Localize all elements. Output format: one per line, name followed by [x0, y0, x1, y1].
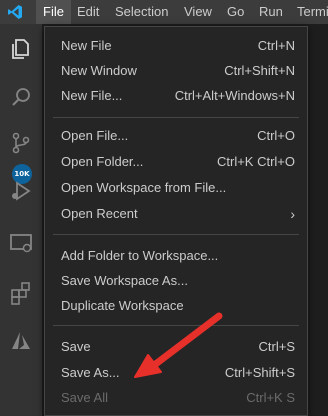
menu-item-label: Save As... [61, 365, 120, 380]
menu-item-label: Open File... [61, 128, 129, 143]
remote-explorer-icon[interactable] [8, 230, 34, 256]
menubar-run[interactable]: Run [259, 0, 283, 24]
menu-item-shortcut: Ctrl+K Ctrl+O [216, 154, 295, 169]
menu-item-open-folder[interactable]: Open Folder... Ctrl+K Ctrl+O [45, 149, 307, 175]
menu-item-new-file-other[interactable]: New File... Ctrl+Alt+Windows+N [45, 83, 307, 109]
menu-item-label: Open Folder... [61, 154, 144, 169]
menu-item-shortcut: Ctrl+Shift+N [224, 63, 295, 78]
menubar-terminal[interactable]: Termi [297, 0, 328, 24]
chevron-right-icon: › [290, 206, 295, 222]
menu-item-label: Duplicate Workspace [61, 298, 184, 313]
menu-item-label: Add Folder to Workspace... [61, 248, 219, 263]
menu-separator [53, 117, 299, 118]
file-menu: New File Ctrl+N New Window Ctrl+Shift+N … [44, 26, 308, 416]
search-icon[interactable] [8, 84, 34, 110]
menu-item-label: Save Workspace As... [61, 273, 188, 288]
menu-item-new-file[interactable]: New File Ctrl+N [45, 33, 307, 59]
menubar-file[interactable]: File [36, 0, 71, 24]
menu-item-label: Open Workspace from File... [61, 180, 227, 195]
menu-item-shortcut: Ctrl+S [258, 339, 295, 354]
menu-item-save[interactable]: Save Ctrl+S [45, 334, 307, 360]
source-control-icon[interactable] [8, 130, 34, 156]
menu-item-shortcut: Ctrl+Shift+S [224, 365, 295, 380]
menu-item-label: New File [61, 38, 112, 53]
menu-item-label: Save All [61, 390, 108, 405]
menu-item-label: Save [61, 339, 91, 354]
menu-separator [53, 234, 299, 235]
vscode-logo-icon [8, 5, 22, 19]
menu-item-save-all: Save All Ctrl+K S [45, 385, 307, 411]
menu-item-add-folder-to-workspace[interactable]: Add Folder to Workspace... [45, 243, 307, 269]
menu-item-open-workspace[interactable]: Open Workspace from File... [45, 175, 307, 201]
azure-icon[interactable] [8, 328, 34, 354]
menu-item-save-workspace-as[interactable]: Save Workspace As... [45, 268, 307, 294]
menu-item-shortcut: Ctrl+K S [246, 390, 295, 405]
menu-separator [53, 325, 299, 326]
menubar-edit[interactable]: Edit [77, 0, 99, 24]
menu-item-label: Open Recent [61, 206, 138, 221]
extensions-icon[interactable] [8, 280, 34, 306]
menu-item-shortcut: Ctrl+O [257, 128, 295, 143]
menubar-view[interactable]: View [184, 0, 212, 24]
menubar-selection[interactable]: Selection [115, 0, 168, 24]
activity-bar: 10K [0, 24, 42, 416]
menu-item-new-window[interactable]: New Window Ctrl+Shift+N [45, 58, 307, 84]
menu-item-open-recent[interactable]: Open Recent › [45, 201, 307, 227]
run-debug-icon[interactable] [8, 178, 34, 204]
menu-item-save-as[interactable]: Save As... Ctrl+Shift+S [45, 360, 307, 386]
menu-item-open-file[interactable]: Open File... Ctrl+O [45, 123, 307, 149]
menu-item-label: New File... [61, 88, 123, 103]
menu-item-label: New Window [61, 63, 137, 78]
menu-item-shortcut: Ctrl+Alt+Windows+N [174, 88, 295, 103]
menu-item-duplicate-workspace[interactable]: Duplicate Workspace [45, 293, 307, 319]
explorer-icon[interactable] [8, 36, 34, 62]
menu-item-shortcut: Ctrl+N [257, 38, 295, 53]
menu-bar: File Edit Selection View Go Run Termi [0, 0, 328, 24]
menubar-go[interactable]: Go [227, 0, 244, 24]
